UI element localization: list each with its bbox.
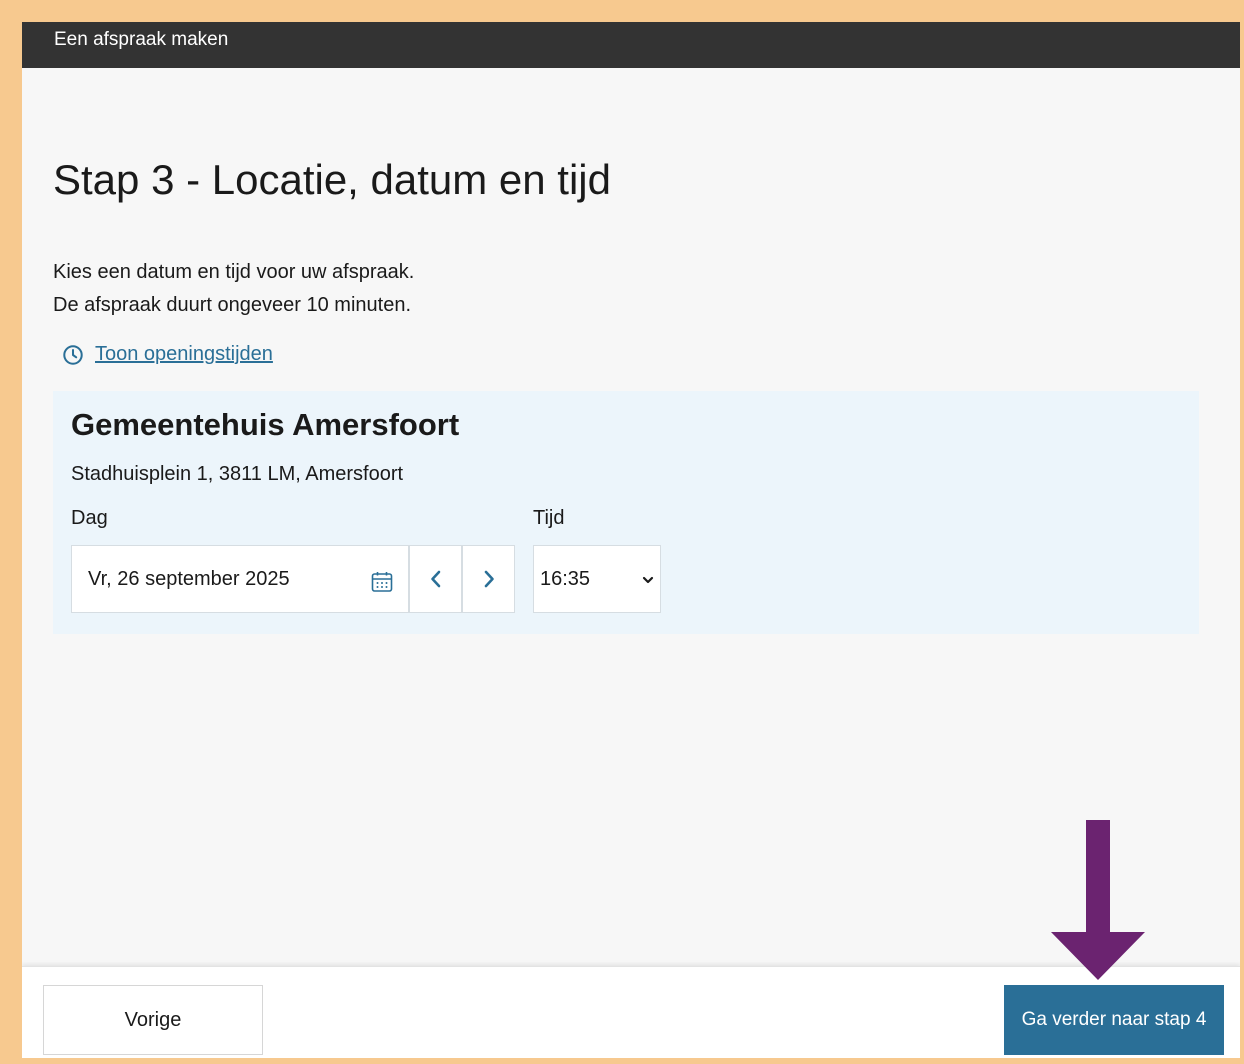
date-value: Vr, 26 september 2025: [88, 568, 290, 590]
app-window: Een afspraak maken Stap 3 - Locatie, dat…: [22, 22, 1240, 1058]
time-select[interactable]: 16:35: [533, 545, 661, 613]
location-address: Stadhuisplein 1, 3811 LM, Amersfoort: [71, 463, 404, 485]
previous-day-button[interactable]: [409, 545, 462, 613]
time-label: Tijd: [533, 507, 565, 529]
date-picker-field[interactable]: Vr, 26 september 2025: [71, 545, 409, 613]
top-bar: Een afspraak maken: [22, 22, 1240, 68]
next-day-button[interactable]: [462, 545, 515, 613]
page-title: Stap 3 - Locatie, datum en tijd: [53, 156, 611, 203]
clock-icon: [63, 344, 83, 365]
intro-text: Kies een datum en tijd voor uw afspraak.…: [53, 256, 414, 322]
opening-hours-link[interactable]: Toon openingstijden: [62, 343, 273, 366]
time-value: 16:35: [540, 568, 591, 590]
intro-line: De afspraak duurt ongeveer 10 minuten.: [53, 294, 411, 316]
day-label: Dag: [71, 507, 108, 529]
top-bar-title: Een afspraak maken: [54, 29, 229, 50]
location-card: Gemeentehuis Amersfoort Stadhuisplein 1,…: [53, 391, 1199, 634]
next-step-button[interactable]: Ga verder naar stap 4: [1004, 985, 1224, 1055]
chevron-left-icon: [430, 570, 440, 588]
chevron-right-icon: [484, 570, 494, 588]
opening-hours-link-label[interactable]: Toon openingstijden: [95, 343, 273, 366]
location-name: Gemeentehuis Amersfoort: [71, 407, 460, 442]
arrow-down-icon: [1051, 820, 1145, 980]
intro-line: Kies een datum en tijd voor uw afspraak.: [53, 261, 415, 283]
calendar-icon[interactable]: [370, 570, 394, 594]
chevron-down-icon: [642, 576, 654, 584]
previous-button[interactable]: Vorige: [43, 985, 263, 1055]
